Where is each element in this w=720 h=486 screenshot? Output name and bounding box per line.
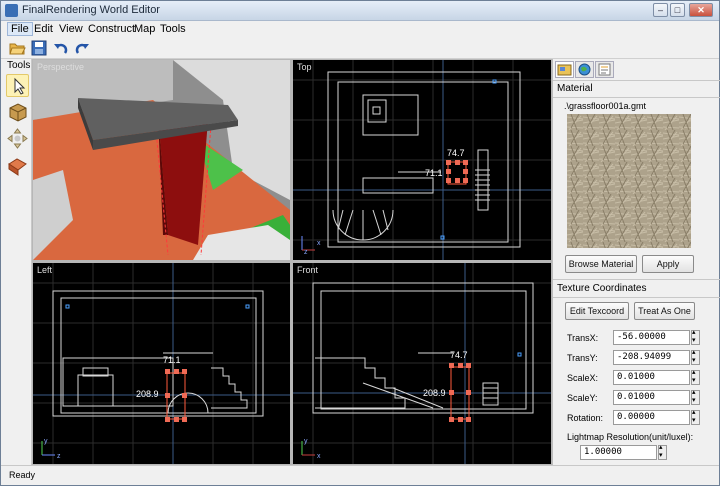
material-file-path: .\grassfloor001a.gmt: [564, 101, 647, 111]
scalex-spinner[interactable]: [691, 368, 700, 385]
top-axis-x: x: [317, 240, 321, 247]
tools-label: Tools: [7, 60, 31, 71]
status-bar: Ready: [1, 465, 719, 485]
transx-spinner[interactable]: [691, 328, 700, 345]
globe-tab-icon[interactable]: [575, 61, 594, 78]
front-viewport[interactable]: 74.7 208.9 x y Front: [293, 263, 551, 464]
scalex-label: ScaleX:: [567, 373, 599, 383]
panel-separator: [553, 80, 720, 81]
transy-input[interactable]: -208.94099: [613, 350, 690, 365]
menu-map[interactable]: Map: [131, 22, 158, 36]
front-dim-a: 74.7: [450, 350, 468, 360]
top-axis-y: z: [304, 249, 308, 256]
menu-edit[interactable]: Edit: [31, 22, 56, 36]
material-section-title: Material: [557, 83, 593, 94]
perspective-viewport[interactable]: Perspective: [33, 60, 290, 260]
scaley-input[interactable]: 0.01000: [613, 390, 690, 405]
material-tab-icon[interactable]: [555, 61, 574, 78]
undo-icon[interactable]: [52, 39, 70, 57]
texture-coordinates-title: Texture Coordinates: [557, 283, 647, 294]
material-preview: [567, 114, 691, 248]
menu-file[interactable]: File: [7, 22, 33, 36]
panel-separator: [553, 279, 720, 280]
scalex-input[interactable]: 0.01000: [613, 370, 690, 385]
save-icon[interactable]: [30, 39, 48, 57]
properties-panel: Material .\grassfloor001a.gmt Browse Mat…: [552, 59, 720, 465]
status-text: Ready: [9, 470, 36, 480]
viewport-label-perspective: Perspective: [37, 62, 85, 72]
rotation-input[interactable]: 0.00000: [613, 410, 690, 425]
rotation-spinner[interactable]: [691, 408, 700, 425]
properties-tab-icon[interactable]: [595, 61, 614, 78]
editor-window: FinalRendering World Editor – □ ✕ File E…: [0, 0, 720, 486]
browse-material-button[interactable]: Browse Material: [565, 255, 637, 273]
main-toolbar: [1, 37, 719, 59]
menu-tools[interactable]: Tools: [157, 22, 189, 36]
move-icon[interactable]: [6, 127, 29, 150]
transx-label: TransX:: [567, 333, 599, 343]
title-bar[interactable]: FinalRendering World Editor – □ ✕: [1, 1, 719, 21]
viewport-label-front: Front: [297, 265, 319, 275]
open-folder-icon[interactable]: [8, 39, 26, 57]
left-viewport[interactable]: 71.1 208.9 z y Left: [33, 263, 290, 464]
scaley-label: ScaleY:: [567, 393, 598, 403]
top-dim-a: 74.7: [447, 148, 465, 158]
lightmap-resolution-spinner[interactable]: [658, 443, 667, 460]
viewport-label-left: Left: [37, 265, 53, 275]
texture-brush-icon[interactable]: [6, 154, 29, 177]
transx-input[interactable]: -56.00000: [613, 330, 690, 345]
app-icon: [5, 4, 18, 17]
menu-view[interactable]: View: [56, 22, 86, 36]
treat-as-one-button[interactable]: Treat As One: [634, 302, 695, 320]
top-dim-b: 71.1: [425, 168, 443, 178]
box-brush-icon[interactable]: [6, 100, 29, 123]
front-axis-y: y: [304, 438, 308, 445]
transy-label: TransY:: [567, 353, 598, 363]
scaley-spinner[interactable]: [691, 388, 700, 405]
top-viewport[interactable]: 74.7 71.1 x z Top: [293, 60, 551, 260]
panel-separator: [553, 297, 720, 298]
menu-bar: File Edit View Construct Map Tools: [1, 21, 719, 37]
panel-separator: [553, 97, 720, 98]
lightmap-resolution-label: Lightmap Resolution(unit/luxel):: [567, 432, 694, 442]
left-axis-x: z: [57, 453, 61, 460]
front-axis-x: x: [317, 453, 321, 460]
left-dim-a: 71.1: [163, 355, 181, 365]
viewport-label-top: Top: [297, 62, 312, 72]
apply-button[interactable]: Apply: [642, 255, 694, 273]
redo-icon[interactable]: [73, 39, 91, 57]
close-icon[interactable]: ✕: [689, 3, 713, 17]
minimize-icon[interactable]: –: [653, 3, 668, 17]
select-arrow-icon[interactable]: [6, 74, 29, 97]
edit-texcoord-button[interactable]: Edit Texcoord: [565, 302, 629, 320]
left-axis-y: y: [44, 438, 48, 445]
tools-panel: Tools: [1, 59, 32, 465]
rotation-label: Rotation:: [567, 413, 604, 423]
left-dim-b: 208.9: [136, 389, 159, 399]
transy-spinner[interactable]: [691, 348, 700, 365]
maximize-icon[interactable]: □: [670, 3, 685, 17]
window-title: FinalRendering World Editor: [22, 4, 160, 16]
lightmap-resolution-input[interactable]: 1.00000: [580, 445, 657, 460]
viewport-grid: Perspective 74.7 71.1 x z Top 71.1 208.9…: [32, 59, 552, 465]
front-dim-b: 208.9: [423, 388, 446, 398]
